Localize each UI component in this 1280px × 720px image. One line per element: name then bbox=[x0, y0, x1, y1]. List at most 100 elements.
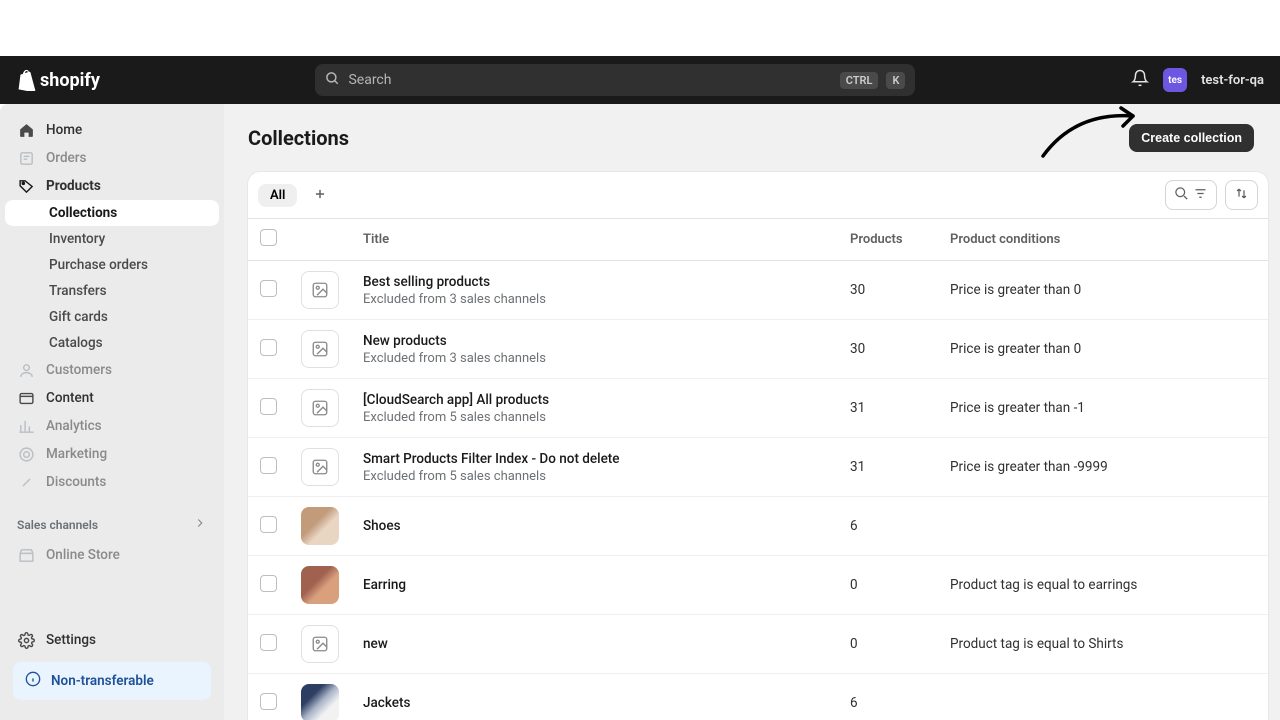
row-conditions bbox=[938, 497, 1268, 556]
sort-icon bbox=[1234, 186, 1249, 204]
sidebar-sub-collections[interactable]: Collections bbox=[5, 200, 219, 226]
table-row[interactable]: Jackets6 bbox=[248, 674, 1268, 720]
page-title: Collections bbox=[248, 126, 349, 150]
collections-card: All bbox=[248, 172, 1268, 720]
row-conditions bbox=[938, 674, 1268, 720]
sidebar-item-discounts[interactable]: Discounts bbox=[5, 468, 219, 496]
search-icon bbox=[325, 71, 340, 90]
store-icon bbox=[17, 546, 35, 564]
select-all-checkbox[interactable] bbox=[260, 229, 277, 246]
row-subtitle: Excluded from 3 sales channels bbox=[363, 351, 826, 366]
row-checkbox[interactable] bbox=[260, 280, 277, 297]
sidebar-item-home[interactable]: Home bbox=[5, 116, 219, 144]
row-products-count: 6 bbox=[838, 497, 938, 556]
sidebar-sub-transfers[interactable]: Transfers bbox=[5, 278, 219, 304]
home-icon bbox=[17, 121, 35, 139]
create-collection-button[interactable]: Create collection bbox=[1129, 124, 1254, 152]
row-products-count: 31 bbox=[838, 379, 938, 438]
sidebar-item-orders[interactable]: Orders bbox=[5, 144, 219, 172]
row-conditions: Product tag is equal to earrings bbox=[938, 556, 1268, 615]
row-checkbox[interactable] bbox=[260, 575, 277, 592]
avatar[interactable]: tes bbox=[1163, 68, 1187, 92]
table-row[interactable]: Earring0Product tag is equal to earrings bbox=[248, 556, 1268, 615]
sidebar: Home Orders Products Collections Invento… bbox=[0, 104, 224, 720]
row-title: [CloudSearch app] All products bbox=[363, 392, 826, 408]
row-title: new bbox=[363, 636, 826, 652]
row-checkbox[interactable] bbox=[260, 457, 277, 474]
row-products-count: 31 bbox=[838, 438, 938, 497]
column-conditions[interactable]: Product conditions bbox=[938, 219, 1268, 261]
row-title: Smart Products Filter Index - Do not del… bbox=[363, 451, 826, 467]
sidebar-item-label: Products bbox=[46, 178, 101, 194]
row-checkbox[interactable] bbox=[260, 339, 277, 356]
collections-table: Title Products Product conditions Best s… bbox=[248, 219, 1268, 720]
sidebar-sub-purchase-orders[interactable]: Purchase orders bbox=[5, 252, 219, 278]
shopify-logo[interactable]: shopify bbox=[16, 69, 100, 91]
sidebar-item-label: Analytics bbox=[46, 418, 102, 434]
sidebar-item-marketing[interactable]: Marketing bbox=[5, 440, 219, 468]
row-checkbox[interactable] bbox=[260, 516, 277, 533]
discounts-icon bbox=[17, 473, 35, 491]
row-products-count: 30 bbox=[838, 320, 938, 379]
user-name[interactable]: test-for-qa bbox=[1201, 73, 1264, 88]
image-placeholder-icon bbox=[301, 389, 339, 427]
search-placeholder: Search bbox=[348, 72, 831, 88]
logo-text: shopify bbox=[40, 70, 100, 91]
sidebar-item-analytics[interactable]: Analytics bbox=[5, 412, 219, 440]
sidebar-item-products[interactable]: Products bbox=[5, 172, 219, 200]
row-checkbox[interactable] bbox=[260, 634, 277, 651]
sort-button[interactable] bbox=[1225, 180, 1258, 210]
sidebar-item-label: Home bbox=[46, 122, 82, 138]
marketing-icon bbox=[17, 445, 35, 463]
add-view-button[interactable] bbox=[305, 182, 335, 209]
non-transferable-badge[interactable]: Non-transferable bbox=[13, 662, 211, 700]
search-input[interactable]: Search CTRL K bbox=[315, 64, 915, 96]
sidebar-item-settings[interactable]: Settings bbox=[5, 626, 219, 654]
chevron-right-icon bbox=[193, 516, 207, 533]
tab-all[interactable]: All bbox=[258, 184, 297, 207]
sidebar-sub-inventory[interactable]: Inventory bbox=[5, 226, 219, 252]
row-products-count: 0 bbox=[838, 615, 938, 674]
row-conditions: Price is greater than -1 bbox=[938, 379, 1268, 438]
row-title: Jackets bbox=[363, 695, 826, 711]
sidebar-item-label: Online Store bbox=[46, 547, 120, 563]
products-icon bbox=[17, 177, 35, 195]
kbd-ctrl: CTRL bbox=[840, 72, 879, 89]
collection-thumbnail bbox=[301, 566, 339, 604]
column-title[interactable]: Title bbox=[351, 219, 838, 261]
content-icon bbox=[17, 389, 35, 407]
row-conditions: Price is greater than 0 bbox=[938, 320, 1268, 379]
sidebar-item-customers[interactable]: Customers bbox=[5, 356, 219, 384]
row-checkbox[interactable] bbox=[260, 398, 277, 415]
search-filter-button[interactable] bbox=[1165, 180, 1217, 210]
sidebar-section-sales-channels[interactable]: Sales channels bbox=[5, 508, 219, 541]
sidebar-sub-gift-cards[interactable]: Gift cards bbox=[5, 304, 219, 330]
sidebar-item-label: Discounts bbox=[46, 474, 106, 490]
sidebar-sub-catalogs[interactable]: Catalogs bbox=[5, 330, 219, 356]
table-row[interactable]: [CloudSearch app] All products Excluded f… bbox=[248, 379, 1268, 438]
collection-thumbnail bbox=[301, 507, 339, 545]
row-subtitle: Excluded from 5 sales channels bbox=[363, 469, 826, 484]
row-products-count: 30 bbox=[838, 261, 938, 320]
table-row[interactable]: Shoes6 bbox=[248, 497, 1268, 556]
row-subtitle: Excluded from 5 sales channels bbox=[363, 410, 826, 425]
table-row[interactable]: Best selling productsExcluded from 3 sal… bbox=[248, 261, 1268, 320]
row-checkbox[interactable] bbox=[260, 693, 277, 710]
orders-icon bbox=[17, 149, 35, 167]
notifications-icon[interactable] bbox=[1131, 69, 1149, 91]
column-products[interactable]: Products bbox=[838, 219, 938, 261]
sidebar-item-content[interactable]: Content bbox=[5, 384, 219, 412]
collection-thumbnail bbox=[301, 684, 339, 720]
gear-icon bbox=[17, 631, 35, 649]
table-row[interactable]: New productsExcluded from 3 sales channe… bbox=[248, 320, 1268, 379]
sidebar-item-online-store[interactable]: Online Store bbox=[5, 541, 219, 569]
row-subtitle: Excluded from 3 sales channels bbox=[363, 292, 826, 307]
table-row[interactable]: Smart Products Filter Index - Do not del… bbox=[248, 438, 1268, 497]
search-icon bbox=[1174, 186, 1189, 204]
whitespace bbox=[0, 0, 1280, 56]
filter-icon bbox=[1193, 186, 1208, 204]
image-placeholder-icon bbox=[301, 448, 339, 486]
kbd-k: K bbox=[886, 72, 905, 89]
row-conditions: Price is greater than 0 bbox=[938, 261, 1268, 320]
table-row[interactable]: new0Product tag is equal to Shirts bbox=[248, 615, 1268, 674]
